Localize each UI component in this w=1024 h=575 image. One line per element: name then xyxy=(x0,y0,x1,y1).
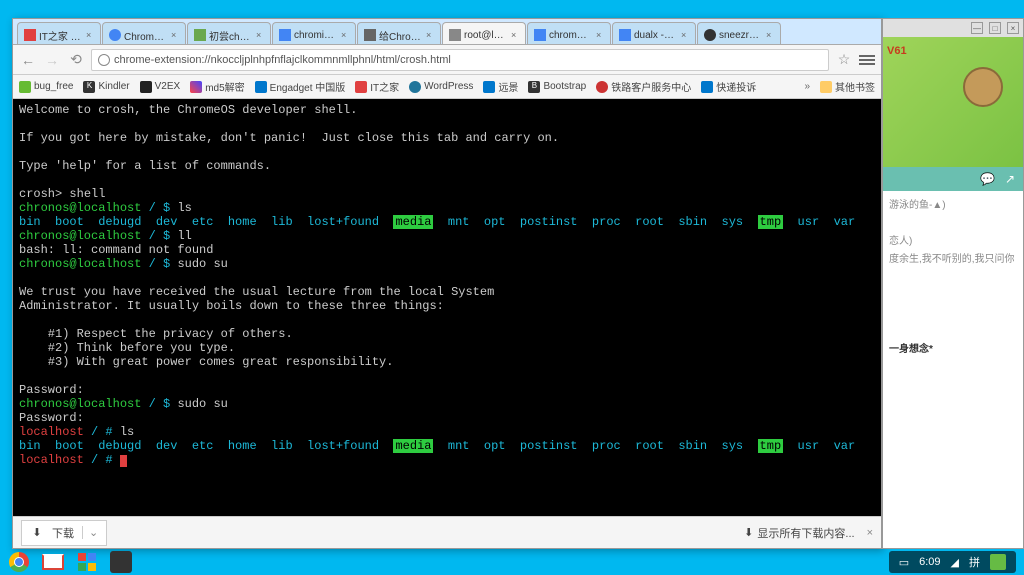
bookmark-9[interactable]: 铁路客户服务中心 xyxy=(596,79,691,94)
tab-8[interactable]: sneezry/D× xyxy=(697,22,781,44)
bookmark-star-icon[interactable]: ☆ xyxy=(835,51,853,69)
clock: 6:09 xyxy=(919,556,940,568)
download-chevron-icon[interactable]: ⌄ xyxy=(82,526,98,539)
notification-icon[interactable]: ▭ xyxy=(899,556,909,569)
system-tray[interactable]: ▭ 6:09 ◢ 拼 xyxy=(889,551,1016,573)
bookmark-4[interactable]: Engadget 中国版 xyxy=(255,79,346,94)
download-icon: ⬇ xyxy=(744,526,753,539)
tab-1[interactable]: Chrome 网× xyxy=(102,22,186,44)
tab-2[interactable]: 初尝chrom× xyxy=(187,22,271,44)
background-window: — □ × V61 💬 ↗ 游泳的鱼-▲) 恋人) 度余生,我不听别的,我只问你… xyxy=(882,18,1024,549)
bookmark-6[interactable]: WordPress xyxy=(409,81,473,93)
apps-grid-icon xyxy=(78,553,96,571)
avatar-icon[interactable] xyxy=(990,554,1006,570)
feed-body: 游泳的鱼-▲) 恋人) 度余生,我不听别的,我只问你 一身想念* xyxy=(883,191,1023,548)
bookmark-1[interactable]: KKindler xyxy=(83,81,129,93)
window-close-button[interactable]: × xyxy=(1007,22,1019,34)
social-row: 💬 ↗ xyxy=(883,167,1023,191)
bootstrap-icon: B xyxy=(528,81,540,93)
tab-0[interactable]: IT之家 - 百× xyxy=(17,22,101,44)
bookmark-7[interactable]: 远景 xyxy=(483,79,518,94)
bug-icon xyxy=(19,81,31,93)
download-arrow-icon: ⬇ xyxy=(30,526,44,540)
close-icon[interactable]: × xyxy=(596,30,604,40)
bookmark-5[interactable]: IT之家 xyxy=(355,79,399,94)
feed-line: 游泳的鱼-▲) xyxy=(889,197,1017,215)
close-icon[interactable]: × xyxy=(511,30,519,40)
maximize-button[interactable]: □ xyxy=(989,22,1001,34)
bookmark-0[interactable]: bug_free xyxy=(19,81,73,93)
address-bar[interactable]: chrome-extension://nkoccljplnhpfnflajclk… xyxy=(91,49,829,71)
bookmark-10[interactable]: 快递投诉 xyxy=(701,79,756,94)
reload-button[interactable]: ⟲ xyxy=(67,51,85,69)
close-icon[interactable]: × xyxy=(171,30,179,40)
chat-icon[interactable]: 💬 xyxy=(980,172,995,186)
v2ex-icon xyxy=(140,81,152,93)
chrome-launcher[interactable] xyxy=(8,551,30,573)
engadget-icon xyxy=(255,81,267,93)
bookmark-2[interactable]: V2EX xyxy=(140,81,181,93)
feed-line: 一身想念* xyxy=(889,341,1017,359)
url-text: chrome-extension://nkoccljplnhpfnflajclk… xyxy=(114,54,451,66)
cursor-block xyxy=(120,455,127,467)
nav-row: ← → ⟲ chrome-extension://nkoccljplnhpfnf… xyxy=(13,45,881,75)
wifi-icon[interactable]: ◢ xyxy=(951,556,959,569)
k-icon: K xyxy=(83,81,95,93)
tab-3[interactable]: chromium× xyxy=(272,22,356,44)
header-image: V61 xyxy=(883,37,1023,167)
gmail-icon xyxy=(42,554,64,570)
ime-icon[interactable]: 拼 xyxy=(969,554,980,570)
it-icon xyxy=(355,81,367,93)
show-all-downloads[interactable]: ⬇ 显示所有下载内容... xyxy=(744,525,854,541)
grid-icon xyxy=(190,81,202,93)
tab-4[interactable]: 给Chrom!× xyxy=(357,22,441,44)
forward-button[interactable]: → xyxy=(43,51,61,69)
minimize-button[interactable]: — xyxy=(971,22,983,34)
window-controls: — □ × xyxy=(883,19,1023,37)
tab-strip: IT之家 - 百× Chrome 网× 初尝chrom× chromium× 给… xyxy=(13,19,881,45)
share-icon[interactable]: ↗ xyxy=(1005,172,1015,186)
folder-icon xyxy=(820,81,832,93)
tab-5-active[interactable]: root@loca× xyxy=(442,22,526,44)
download-bar: ⬇ 下载 ⌄ ⬇ 显示所有下载内容... × xyxy=(13,516,881,548)
bookmark-8[interactable]: BBootstrap xyxy=(528,81,586,93)
close-icon[interactable]: × xyxy=(256,30,264,40)
express-icon xyxy=(701,81,713,93)
snail-graphic xyxy=(963,67,1013,117)
chrome-icon xyxy=(9,552,29,572)
menu-button[interactable] xyxy=(859,55,875,65)
terminal[interactable]: Welcome to crosh, the ChromeOS developer… xyxy=(13,99,881,516)
close-icon[interactable]: × xyxy=(766,30,774,40)
download-name: 下载 xyxy=(52,525,74,541)
rail-icon xyxy=(596,81,608,93)
tab-7[interactable]: dualx - Go× xyxy=(612,22,696,44)
feed-line: 恋人) xyxy=(889,233,1017,251)
back-button[interactable]: ← xyxy=(19,51,37,69)
bookmark-bar: bug_free KKindler V2EX md5解密 Engadget 中国… xyxy=(13,75,881,99)
wordpress-icon xyxy=(409,81,421,93)
image-label: V61 xyxy=(887,45,907,57)
feed-line: 度余生,我不听别的,我只问你 xyxy=(889,251,1017,269)
close-icon[interactable]: × xyxy=(681,30,689,40)
close-download-bar[interactable]: × xyxy=(867,527,873,539)
bookmark-3[interactable]: md5解密 xyxy=(190,79,244,94)
close-icon[interactable]: × xyxy=(426,30,434,40)
other-bookmarks[interactable]: 其他书签 xyxy=(820,79,875,94)
app-launcher[interactable] xyxy=(110,551,132,573)
gmail-launcher[interactable] xyxy=(42,551,64,573)
apps-launcher[interactable] xyxy=(76,551,98,573)
browser-window: IT之家 - 百× Chrome 网× 初尝chrom× chromium× 给… xyxy=(12,18,882,549)
overflow-chevron-icon[interactable]: » xyxy=(804,81,810,92)
pcbeta-icon xyxy=(483,81,495,93)
tab-6[interactable]: chromeos× xyxy=(527,22,611,44)
close-icon[interactable]: × xyxy=(86,30,94,40)
globe-icon xyxy=(98,54,110,66)
shelf: ▭ 6:09 ◢ 拼 xyxy=(0,549,1024,575)
close-icon[interactable]: × xyxy=(341,30,349,40)
download-item[interactable]: ⬇ 下载 ⌄ xyxy=(21,520,107,546)
